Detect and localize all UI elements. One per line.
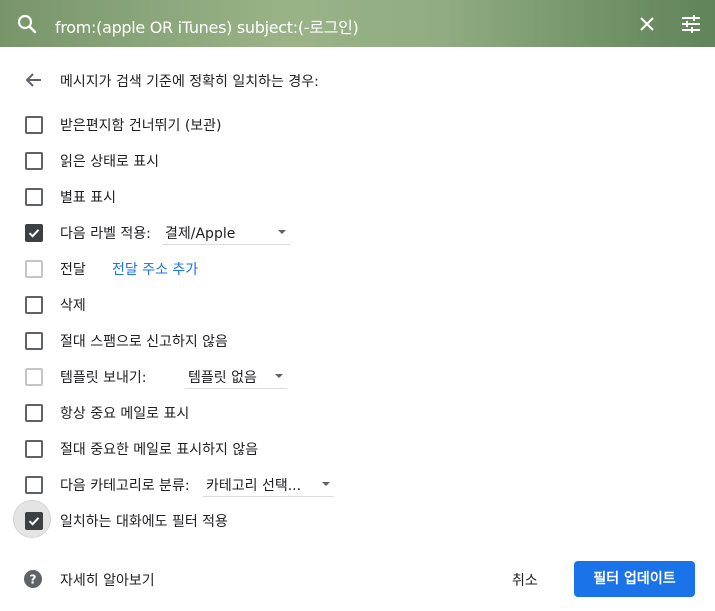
option-apply-label: 다음 라벨 적용: 결제/Apple: [0, 214, 715, 250]
option-star: 별표 표시: [0, 178, 715, 214]
categorize-label: 다음 카테고리로 분류:: [60, 478, 190, 494]
apply-label-label: 다음 라벨 적용:: [60, 226, 151, 242]
never-important-checkbox[interactable]: [25, 440, 43, 458]
send-template-checkbox[interactable]: [25, 368, 43, 386]
criteria-heading: 메시지가 검색 기준에 정확히 일치하는 경우:: [60, 74, 319, 90]
cancel-button[interactable]: 취소: [512, 570, 538, 590]
update-filter-button[interactable]: 필터 업데이트: [574, 561, 695, 597]
option-never-spam: 절대 스팸으로 신고하지 않음: [0, 322, 715, 358]
star-label: 별표 표시: [60, 190, 116, 206]
search-input[interactable]: from:(apple OR iTunes) subject:(-로그인): [55, 14, 359, 38]
mark-read-label: 읽은 상태로 표시: [60, 154, 160, 170]
template-select[interactable]: 템플릿 없음: [185, 362, 287, 389]
option-skip-inbox: 받은편지함 건너뛰기 (보관): [0, 106, 715, 142]
also-apply-checkbox[interactable]: [25, 512, 43, 530]
category-select[interactable]: 카테고리 선택...: [203, 470, 334, 497]
template-select-value: 템플릿 없음: [188, 370, 257, 386]
close-icon[interactable]: [635, 12, 659, 36]
delete-label: 삭제: [60, 298, 86, 314]
option-forward: 전달 전달 주소 추가: [0, 250, 715, 286]
search-icon[interactable]: [15, 12, 39, 36]
categorize-checkbox[interactable]: [25, 476, 43, 494]
caret-down-icon: [322, 482, 330, 486]
forward-checkbox[interactable]: [25, 260, 43, 278]
star-checkbox[interactable]: [25, 188, 43, 206]
help-icon[interactable]: ?: [24, 570, 42, 588]
never-spam-label: 절대 스팸으로 신고하지 않음: [60, 334, 228, 350]
also-apply-label: 일치하는 대화에도 필터 적용: [60, 514, 228, 530]
option-delete: 삭제: [0, 286, 715, 322]
option-categorize: 다음 카테고리로 분류: 카테고리 선택...: [0, 466, 715, 502]
label-select[interactable]: 결제/Apple: [162, 218, 290, 245]
apply-label-checkbox[interactable]: [25, 224, 43, 242]
label-select-value: 결제/Apple: [165, 226, 236, 242]
arrow-back-icon[interactable]: [22, 68, 46, 92]
never-spam-checkbox[interactable]: [25, 332, 43, 350]
always-important-label: 항상 중요 메일로 표시: [60, 406, 190, 422]
option-always-important: 항상 중요 메일로 표시: [0, 394, 715, 430]
send-template-label: 템플릿 보내기:: [60, 370, 147, 386]
search-bar: from:(apple OR iTunes) subject:(-로그인): [0, 0, 715, 47]
delete-checkbox[interactable]: [25, 296, 43, 314]
tune-icon[interactable]: [679, 12, 703, 36]
option-mark-read: 읽은 상태로 표시: [0, 142, 715, 178]
caret-down-icon: [278, 230, 286, 234]
mark-read-checkbox[interactable]: [25, 152, 43, 170]
skip-inbox-label: 받은편지함 건너뛰기 (보관): [60, 118, 222, 134]
always-important-checkbox[interactable]: [25, 404, 43, 422]
checkmark-icon: [28, 229, 40, 238]
svg-text:?: ?: [30, 573, 37, 587]
checkmark-icon: [28, 517, 40, 526]
caret-down-icon: [275, 374, 283, 378]
add-forwarding-address-link[interactable]: 전달 주소 추가: [112, 259, 198, 279]
option-never-important: 절대 중요한 메일로 표시하지 않음: [0, 430, 715, 466]
skip-inbox-checkbox[interactable]: [25, 116, 43, 134]
category-select-value: 카테고리 선택...: [206, 478, 302, 494]
option-also-apply: 일치하는 대화에도 필터 적용: [0, 500, 715, 538]
learn-more-link[interactable]: 자세히 알아보기: [60, 570, 155, 590]
never-important-label: 절대 중요한 메일로 표시하지 않음: [60, 442, 259, 458]
forward-label: 전달: [60, 262, 86, 278]
option-send-template: 템플릿 보내기: 템플릿 없음: [0, 358, 715, 394]
